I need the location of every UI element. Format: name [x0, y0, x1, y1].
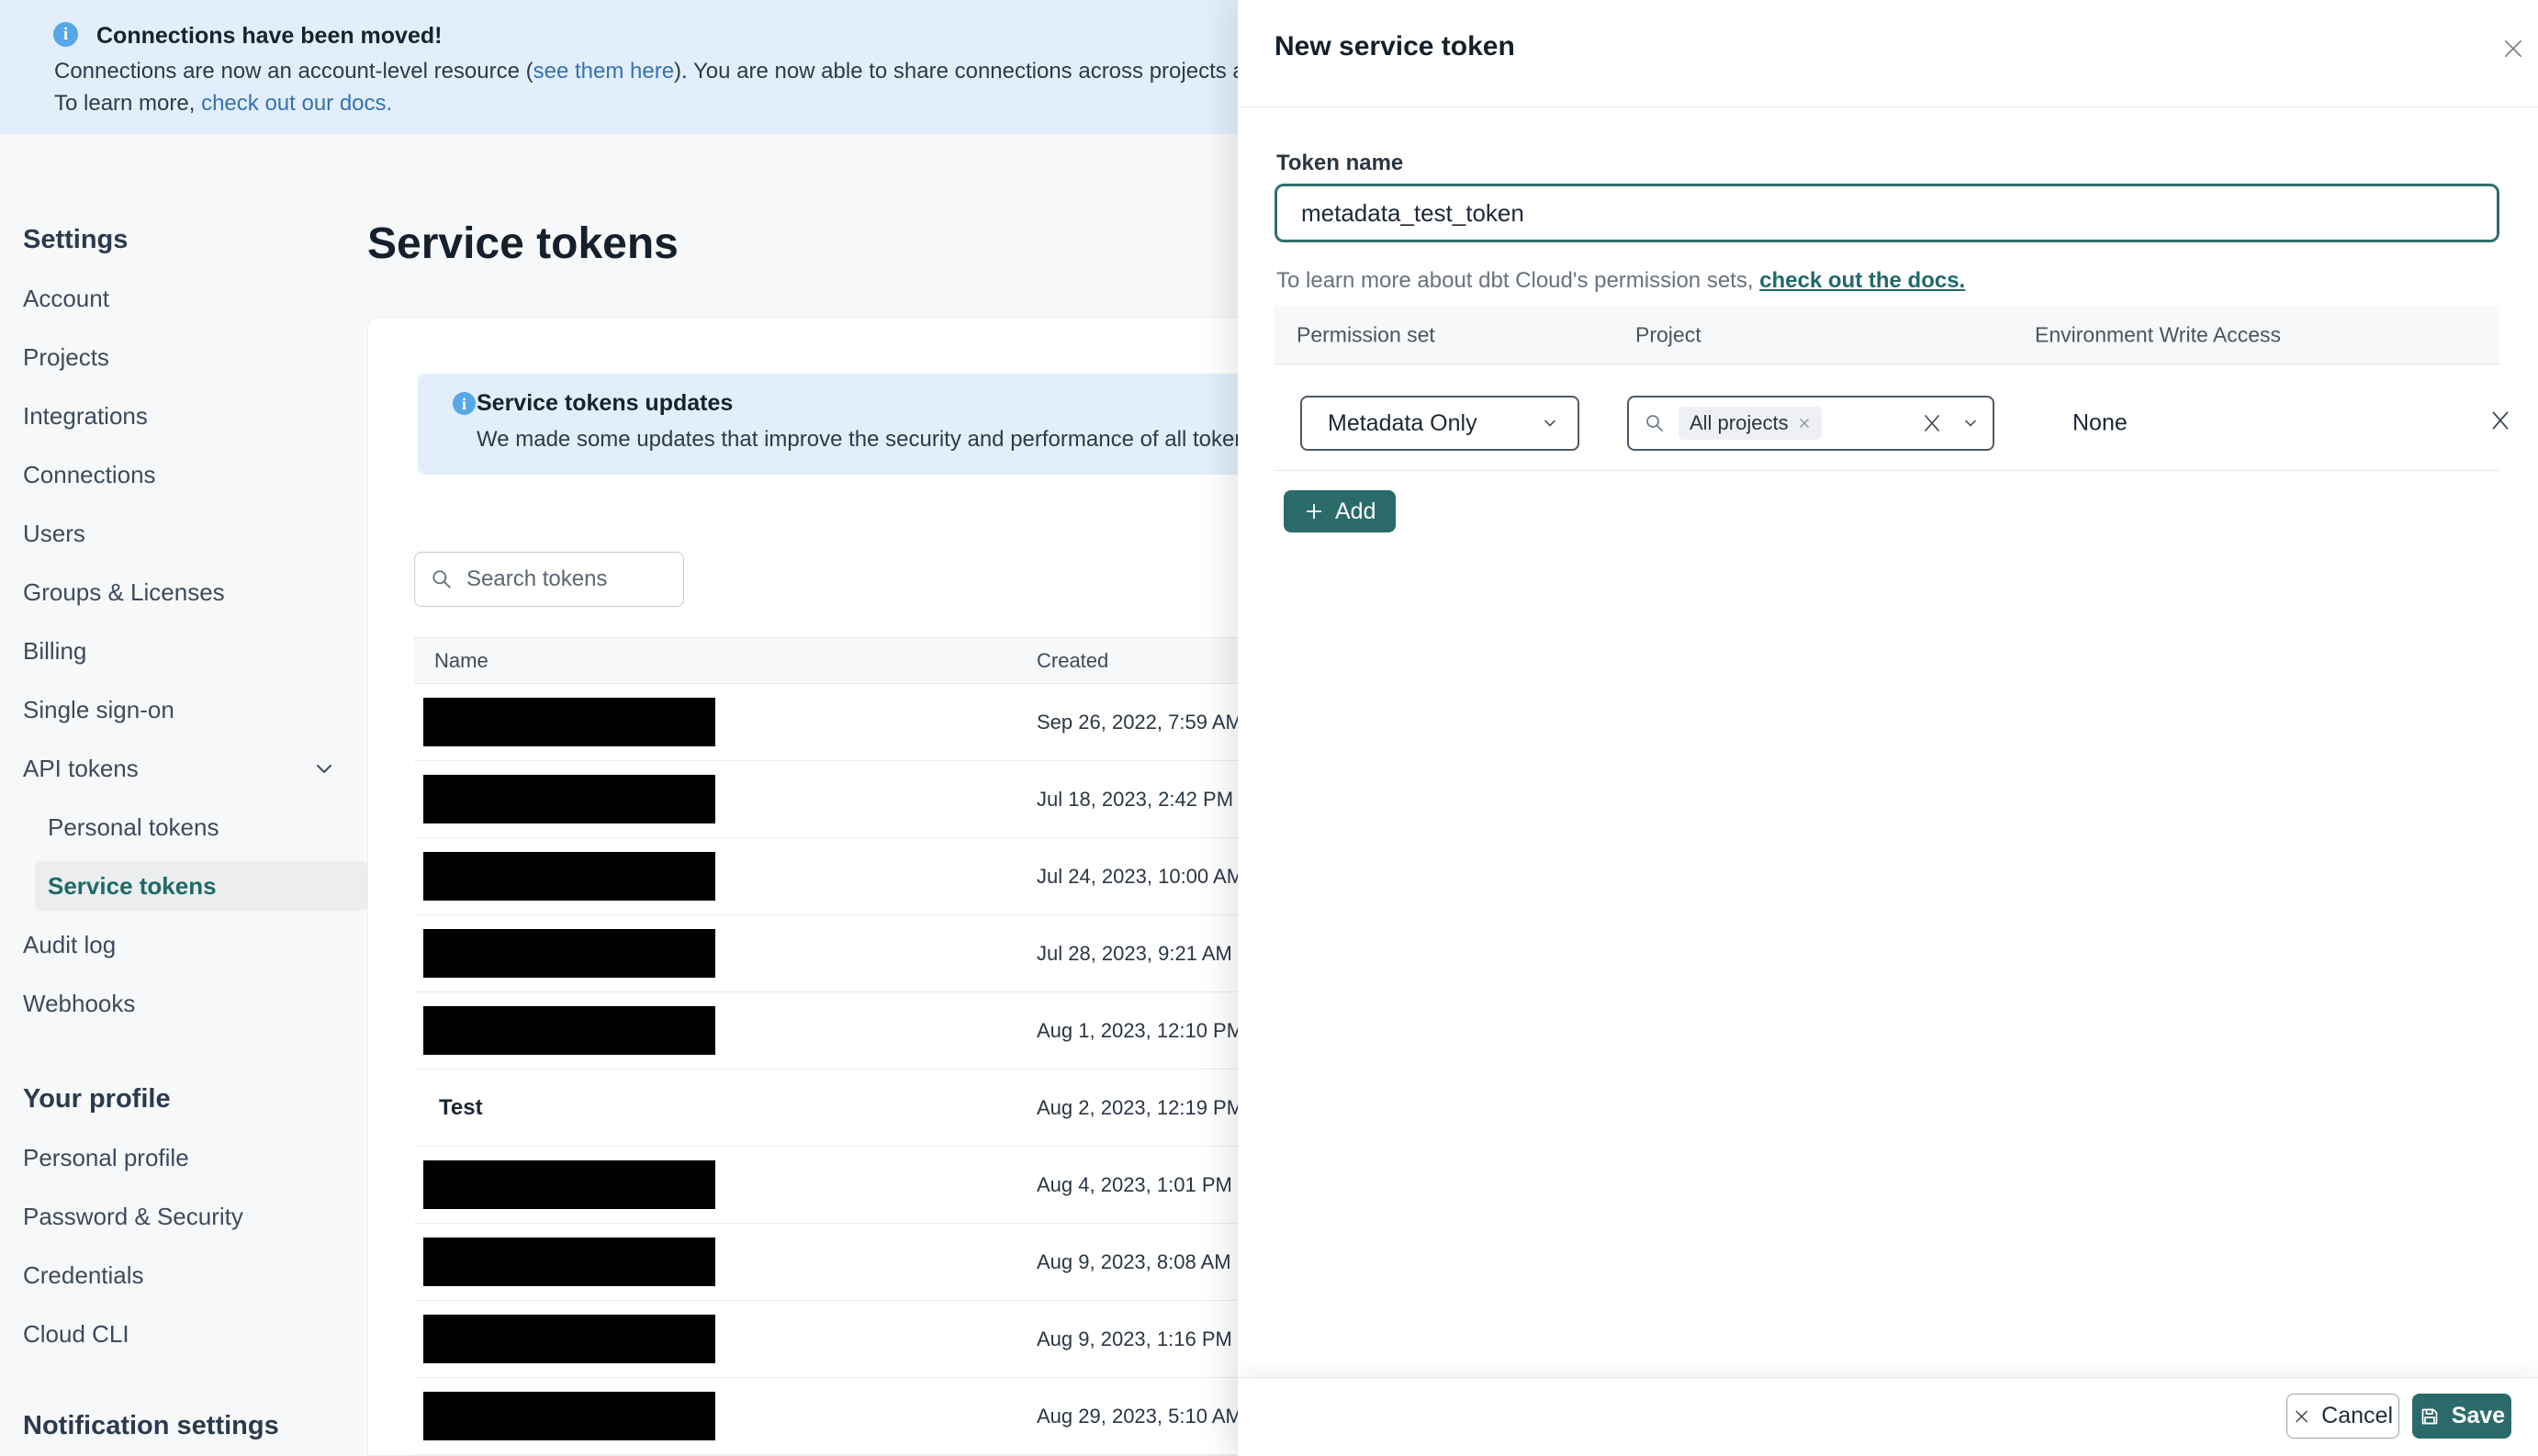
redacted-token-name [423, 929, 715, 978]
sidebar-item-projects[interactable]: Projects [23, 328, 355, 386]
drawer-title: New service token [1275, 31, 1515, 62]
notice-body: We made some updates that improve the se… [477, 427, 1338, 452]
sidebar-item-webhooks[interactable]: Webhooks [23, 974, 355, 1033]
banner-body-text: Connections are now an account-level res… [54, 59, 533, 84]
save-button-label: Save [2451, 1403, 2506, 1428]
permission-sets-helper: To learn more about dbt Cloud's permissi… [1276, 268, 1965, 294]
save-button[interactable]: Save [2412, 1394, 2511, 1439]
info-icon [53, 22, 78, 47]
sidebar-item-personal-profile[interactable]: Personal profile [23, 1128, 355, 1187]
sidebar-item-cloud-cli[interactable]: Cloud CLI [23, 1305, 355, 1363]
banner-title: Connections have been moved! [96, 23, 443, 49]
api-tokens-label: API tokens [23, 754, 139, 782]
token-created-date: Aug 9, 2023, 8:08 AM P [1037, 1249, 1251, 1273]
chevron-down-icon[interactable] [1961, 414, 1980, 432]
cancel-button[interactable]: Cancel [2286, 1394, 2399, 1439]
chip-remove-icon[interactable] [1798, 417, 1811, 430]
new-service-token-drawer: New service token Token name To learn mo… [1238, 0, 2538, 1456]
close-icon[interactable] [2498, 33, 2529, 64]
token-created-date: Aug 2, 2023, 12:19 PM P [1037, 1095, 1263, 1119]
sidebar-item-users[interactable]: Users [23, 504, 355, 563]
sidebar-item-credentials[interactable]: Credentials [23, 1246, 355, 1305]
token-created-date: Aug 4, 2023, 1:01 PM P [1037, 1172, 1252, 1196]
permission-row: Metadata Only All projects None [1275, 364, 2509, 471]
sidebar-title-settings: Settings [23, 224, 129, 254]
sidebar-item-groups-licenses[interactable]: Groups & Licenses [23, 563, 355, 622]
banner-learn-more: To learn more, check out our docs. [54, 91, 392, 117]
column-header-project: Project [1635, 322, 1701, 346]
column-header-name: Name [434, 648, 489, 672]
check-docs-link[interactable]: check out our docs. [201, 91, 392, 116]
cancel-button-label: Cancel [2321, 1403, 2393, 1428]
sidebar-item-api-tokens[interactable]: API tokens [23, 739, 355, 798]
banner-learn-text: To learn more, [54, 91, 202, 116]
search-tokens-box[interactable] [414, 552, 684, 607]
token-created-date: Sep 26, 2022, 7:59 AM P [1037, 710, 1262, 734]
plus-icon [1306, 503, 1322, 520]
sidebar-item-integrations[interactable]: Integrations [23, 386, 355, 445]
redacted-token-name [423, 1392, 715, 1440]
redacted-token-name [423, 1315, 715, 1363]
sidebar-item-billing[interactable]: Billing [23, 622, 355, 680]
redacted-token-name [423, 852, 715, 901]
search-icon [1644, 412, 1666, 434]
column-header-env-write-access: Environment Write Access [2035, 322, 2282, 346]
token-created-date: Jul 18, 2023, 2:42 PM P [1037, 787, 1252, 811]
see-them-here-link[interactable]: see them here [533, 59, 674, 84]
token-created-date: Aug 9, 2023, 1:16 PM P [1037, 1327, 1252, 1350]
redacted-token-name [423, 1238, 715, 1286]
redacted-token-name [423, 775, 715, 823]
chip-label: All projects [1690, 411, 1789, 434]
column-header-permission-set: Permission set [1297, 322, 1435, 346]
permission-set-select[interactable]: Metadata Only [1300, 396, 1579, 451]
save-icon [2421, 1408, 2438, 1424]
token-created-date: Aug 29, 2023, 5:10 AM P [1037, 1404, 1262, 1428]
banner-body: Connections are now an account-level res… [54, 59, 1418, 84]
column-header-created: Created [1037, 648, 1109, 672]
sidebar-item-account[interactable]: Account [23, 269, 355, 328]
close-icon [2296, 1410, 2308, 1422]
token-created-date: Aug 1, 2023, 12:10 PM P [1037, 1018, 1263, 1042]
chevron-down-icon [1541, 414, 1559, 432]
search-tokens-input[interactable] [465, 566, 668, 593]
sidebar-item-service-tokens[interactable]: Service tokens [23, 857, 368, 915]
clear-selection-icon[interactable] [1921, 412, 1943, 434]
token-created-date: Jul 28, 2023, 9:21 AM P [1037, 941, 1252, 965]
notice-title: Service tokens updates [477, 390, 734, 416]
add-button-label: Add [1335, 498, 1376, 524]
permission-set-value: Metadata Only [1328, 409, 1477, 436]
sidebar-item-password-security[interactable]: Password & Security [23, 1187, 355, 1246]
sidebar-item-personal-tokens[interactable]: Personal tokens [23, 798, 355, 857]
settings-sidebar: Settings Account Projects Integrations C… [23, 210, 368, 1455]
chevron-down-icon [313, 757, 335, 779]
drawer-footer: Cancel Save [1238, 1377, 2538, 1456]
search-icon [430, 567, 454, 591]
helper-text: To learn more about dbt Cloud's permissi… [1276, 268, 1760, 293]
token-name-input[interactable] [1275, 184, 2499, 242]
sidebar-item-connections[interactable]: Connections [23, 445, 355, 504]
check-out-docs-link[interactable]: check out the docs. [1759, 268, 1965, 293]
project-chip-all-projects[interactable]: All projects [1679, 407, 1822, 440]
sidebar-title-your-profile: Your profile [23, 1083, 171, 1114]
sidebar-item-single-sign-on[interactable]: Single sign-on [23, 680, 355, 739]
redacted-token-name [423, 698, 715, 746]
sidebar-item-audit-log[interactable]: Audit log [23, 915, 355, 974]
redacted-token-name [423, 1160, 715, 1209]
token-name-label: Token name [1276, 151, 1404, 175]
remove-row-icon[interactable] [2488, 409, 2512, 432]
divider [1238, 106, 2538, 107]
token-name: Test [439, 1094, 483, 1120]
page-title: Service tokens [367, 219, 679, 269]
env-write-access-value: None [2072, 409, 2128, 436]
project-multiselect[interactable]: All projects [1627, 396, 1994, 451]
redacted-token-name [423, 1006, 715, 1055]
token-created-date: Jul 24, 2023, 10:00 AM [1037, 864, 1244, 888]
add-permission-button[interactable]: Add [1284, 490, 1397, 532]
permissions-table-header: Permission set Project Environment Write… [1275, 306, 2499, 364]
info-icon [453, 392, 476, 415]
sidebar-title-notification-settings: Notification settings [23, 1410, 279, 1440]
